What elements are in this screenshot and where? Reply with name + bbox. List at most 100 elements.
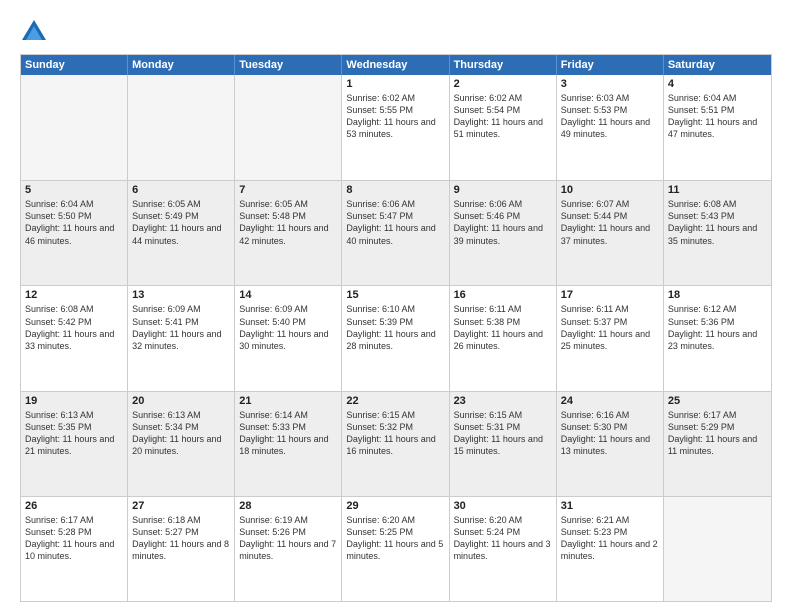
header bbox=[20, 18, 772, 46]
weekday-header-wednesday: Wednesday bbox=[342, 55, 449, 75]
calendar-row-3: 19 Sunrise: 6:13 AM Sunset: 5:35 PM Dayli… bbox=[21, 391, 771, 496]
calendar-row-1: 5 Sunrise: 6:04 AM Sunset: 5:50 PM Daylig… bbox=[21, 180, 771, 285]
day-number: 1 bbox=[346, 78, 444, 90]
cell-info: Sunrise: 6:08 AM Sunset: 5:42 PM Dayligh… bbox=[25, 303, 123, 352]
calendar-cell-0-0 bbox=[21, 75, 128, 180]
day-number: 19 bbox=[25, 395, 123, 407]
weekday-header-thursday: Thursday bbox=[450, 55, 557, 75]
cell-info: Sunrise: 6:13 AM Sunset: 5:34 PM Dayligh… bbox=[132, 409, 230, 458]
calendar-cell-0-2 bbox=[235, 75, 342, 180]
calendar-header: SundayMondayTuesdayWednesdayThursdayFrid… bbox=[21, 55, 771, 75]
calendar-cell-2-2: 14Sunrise: 6:09 AM Sunset: 5:40 PM Dayli… bbox=[235, 286, 342, 390]
page: SundayMondayTuesdayWednesdayThursdayFrid… bbox=[0, 0, 792, 612]
day-number: 31 bbox=[561, 500, 659, 512]
day-number: 13 bbox=[132, 289, 230, 301]
calendar-cell-2-5: 17 Sunrise: 6:11 AM Sunset: 5:37 PM Dayli… bbox=[557, 286, 664, 390]
weekday-header-friday: Friday bbox=[557, 55, 664, 75]
calendar-cell-2-4: 16 Sunrise: 6:11 AM Sunset: 5:38 PM Dayli… bbox=[450, 286, 557, 390]
calendar-cell-3-1: 20 Sunrise: 6:13 AM Sunset: 5:34 PM Dayli… bbox=[128, 392, 235, 496]
day-number: 30 bbox=[454, 500, 552, 512]
calendar-cell-0-3: 1 Sunrise: 6:02 AM Sunset: 5:55 PM Daylig… bbox=[342, 75, 449, 180]
calendar-cell-3-5: 24Sunrise: 6:16 AM Sunset: 5:30 PM Dayli… bbox=[557, 392, 664, 496]
cell-info: Sunrise: 6:02 AM Sunset: 5:54 PM Dayligh… bbox=[454, 92, 552, 141]
day-number: 8 bbox=[346, 184, 444, 196]
calendar-cell-4-0: 26Sunrise: 6:17 AM Sunset: 5:28 PM Dayli… bbox=[21, 497, 128, 601]
cell-info: Sunrise: 6:11 AM Sunset: 5:37 PM Dayligh… bbox=[561, 303, 659, 352]
cell-info: Sunrise: 6:08 AM Sunset: 5:43 PM Dayligh… bbox=[668, 198, 767, 247]
cell-info: Sunrise: 6:15 AM Sunset: 5:32 PM Dayligh… bbox=[346, 409, 444, 458]
cell-info: Sunrise: 6:11 AM Sunset: 5:38 PM Dayligh… bbox=[454, 303, 552, 352]
calendar-cell-1-0: 5 Sunrise: 6:04 AM Sunset: 5:50 PM Daylig… bbox=[21, 181, 128, 285]
day-number: 4 bbox=[668, 78, 767, 90]
cell-info: Sunrise: 6:03 AM Sunset: 5:53 PM Dayligh… bbox=[561, 92, 659, 141]
calendar-cell-4-6 bbox=[664, 497, 771, 601]
calendar-cell-4-4: 30 Sunrise: 6:20 AM Sunset: 5:24 PM Dayli… bbox=[450, 497, 557, 601]
day-number: 11 bbox=[668, 184, 767, 196]
cell-info: Sunrise: 6:09 AM Sunset: 5:40 PM Dayligh… bbox=[239, 303, 337, 352]
day-number: 23 bbox=[454, 395, 552, 407]
calendar-cell-1-4: 9 Sunrise: 6:06 AM Sunset: 5:46 PM Daylig… bbox=[450, 181, 557, 285]
calendar-cell-4-1: 27 Sunrise: 6:18 AM Sunset: 5:27 PM Dayli… bbox=[128, 497, 235, 601]
day-number: 26 bbox=[25, 500, 123, 512]
cell-info: Sunrise: 6:20 AM Sunset: 5:24 PM Dayligh… bbox=[454, 514, 552, 563]
day-number: 18 bbox=[668, 289, 767, 301]
calendar: SundayMondayTuesdayWednesdayThursdayFrid… bbox=[20, 54, 772, 602]
calendar-cell-2-3: 15 Sunrise: 6:10 AM Sunset: 5:39 PM Dayli… bbox=[342, 286, 449, 390]
calendar-body: 1 Sunrise: 6:02 AM Sunset: 5:55 PM Daylig… bbox=[21, 75, 771, 601]
day-number: 15 bbox=[346, 289, 444, 301]
calendar-cell-3-6: 25 Sunrise: 6:17 AM Sunset: 5:29 PM Dayli… bbox=[664, 392, 771, 496]
calendar-cell-2-1: 13Sunrise: 6:09 AM Sunset: 5:41 PM Dayli… bbox=[128, 286, 235, 390]
day-number: 25 bbox=[668, 395, 767, 407]
day-number: 6 bbox=[132, 184, 230, 196]
weekday-header-tuesday: Tuesday bbox=[235, 55, 342, 75]
day-number: 12 bbox=[25, 289, 123, 301]
day-number: 29 bbox=[346, 500, 444, 512]
cell-info: Sunrise: 6:06 AM Sunset: 5:47 PM Dayligh… bbox=[346, 198, 444, 247]
day-number: 21 bbox=[239, 395, 337, 407]
cell-info: Sunrise: 6:06 AM Sunset: 5:46 PM Dayligh… bbox=[454, 198, 552, 247]
calendar-cell-0-4: 2 Sunrise: 6:02 AM Sunset: 5:54 PM Daylig… bbox=[450, 75, 557, 180]
day-number: 16 bbox=[454, 289, 552, 301]
calendar-cell-3-2: 21 Sunrise: 6:14 AM Sunset: 5:33 PM Dayli… bbox=[235, 392, 342, 496]
calendar-cell-3-0: 19 Sunrise: 6:13 AM Sunset: 5:35 PM Dayli… bbox=[21, 392, 128, 496]
calendar-cell-3-4: 23 Sunrise: 6:15 AM Sunset: 5:31 PM Dayli… bbox=[450, 392, 557, 496]
day-number: 20 bbox=[132, 395, 230, 407]
calendar-cell-4-2: 28Sunrise: 6:19 AM Sunset: 5:26 PM Dayli… bbox=[235, 497, 342, 601]
calendar-cell-1-1: 6Sunrise: 6:05 AM Sunset: 5:49 PM Daylig… bbox=[128, 181, 235, 285]
day-number: 2 bbox=[454, 78, 552, 90]
weekday-header-sunday: Sunday bbox=[21, 55, 128, 75]
logo-icon bbox=[20, 18, 48, 46]
calendar-row-0: 1 Sunrise: 6:02 AM Sunset: 5:55 PM Daylig… bbox=[21, 75, 771, 180]
cell-info: Sunrise: 6:04 AM Sunset: 5:51 PM Dayligh… bbox=[668, 92, 767, 141]
calendar-cell-1-5: 10 Sunrise: 6:07 AM Sunset: 5:44 PM Dayli… bbox=[557, 181, 664, 285]
cell-info: Sunrise: 6:05 AM Sunset: 5:48 PM Dayligh… bbox=[239, 198, 337, 247]
calendar-cell-4-5: 31 Sunrise: 6:21 AM Sunset: 5:23 PM Dayli… bbox=[557, 497, 664, 601]
cell-info: Sunrise: 6:18 AM Sunset: 5:27 PM Dayligh… bbox=[132, 514, 230, 563]
cell-info: Sunrise: 6:07 AM Sunset: 5:44 PM Dayligh… bbox=[561, 198, 659, 247]
cell-info: Sunrise: 6:15 AM Sunset: 5:31 PM Dayligh… bbox=[454, 409, 552, 458]
calendar-cell-2-0: 12 Sunrise: 6:08 AM Sunset: 5:42 PM Dayli… bbox=[21, 286, 128, 390]
cell-info: Sunrise: 6:12 AM Sunset: 5:36 PM Dayligh… bbox=[668, 303, 767, 352]
cell-info: Sunrise: 6:21 AM Sunset: 5:23 PM Dayligh… bbox=[561, 514, 659, 563]
weekday-header-monday: Monday bbox=[128, 55, 235, 75]
day-number: 5 bbox=[25, 184, 123, 196]
calendar-cell-2-6: 18 Sunrise: 6:12 AM Sunset: 5:36 PM Dayli… bbox=[664, 286, 771, 390]
day-number: 10 bbox=[561, 184, 659, 196]
day-number: 27 bbox=[132, 500, 230, 512]
cell-info: Sunrise: 6:16 AM Sunset: 5:30 PM Dayligh… bbox=[561, 409, 659, 458]
day-number: 9 bbox=[454, 184, 552, 196]
cell-info: Sunrise: 6:17 AM Sunset: 5:29 PM Dayligh… bbox=[668, 409, 767, 458]
weekday-header-saturday: Saturday bbox=[664, 55, 771, 75]
calendar-cell-0-6: 4 Sunrise: 6:04 AM Sunset: 5:51 PM Daylig… bbox=[664, 75, 771, 180]
day-number: 28 bbox=[239, 500, 337, 512]
cell-info: Sunrise: 6:04 AM Sunset: 5:50 PM Dayligh… bbox=[25, 198, 123, 247]
cell-info: Sunrise: 6:10 AM Sunset: 5:39 PM Dayligh… bbox=[346, 303, 444, 352]
calendar-cell-1-2: 7Sunrise: 6:05 AM Sunset: 5:48 PM Daylig… bbox=[235, 181, 342, 285]
cell-info: Sunrise: 6:20 AM Sunset: 5:25 PM Dayligh… bbox=[346, 514, 444, 563]
cell-info: Sunrise: 6:02 AM Sunset: 5:55 PM Dayligh… bbox=[346, 92, 444, 141]
day-number: 17 bbox=[561, 289, 659, 301]
cell-info: Sunrise: 6:13 AM Sunset: 5:35 PM Dayligh… bbox=[25, 409, 123, 458]
day-number: 3 bbox=[561, 78, 659, 90]
day-number: 22 bbox=[346, 395, 444, 407]
cell-info: Sunrise: 6:14 AM Sunset: 5:33 PM Dayligh… bbox=[239, 409, 337, 458]
